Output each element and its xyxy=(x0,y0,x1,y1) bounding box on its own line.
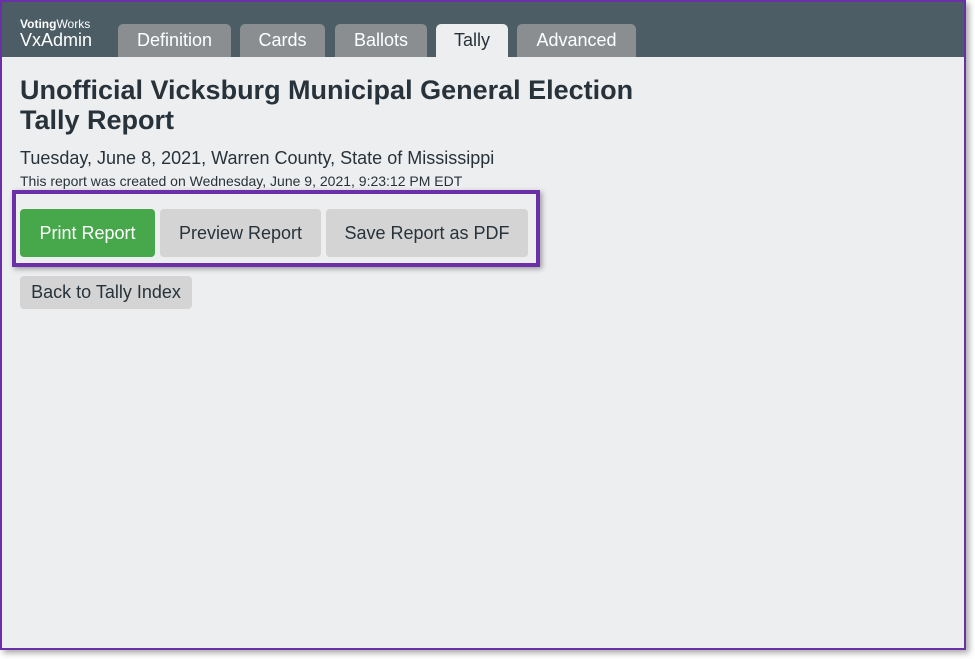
tab-ballots[interactable]: Ballots xyxy=(335,24,427,57)
page-title-line2: Tally Report xyxy=(20,105,175,135)
election-subtitle: Tuesday, June 8, 2021, Warren County, St… xyxy=(20,148,495,168)
brand-bold: Voting xyxy=(20,17,57,31)
brand-light: Works xyxy=(56,17,91,31)
brand-logo: VotingWorks VxAdmin xyxy=(20,18,92,49)
tab-advanced[interactable]: Advanced xyxy=(517,24,636,57)
page-title-line1: Unofficial Vicksburg Municipal General E… xyxy=(20,75,634,105)
save-report-pdf-button[interactable]: Save Report as PDF xyxy=(326,209,528,257)
tab-tally[interactable]: Tally xyxy=(436,24,508,57)
page-title: Unofficial Vicksburg Municipal General E… xyxy=(20,75,680,135)
top-navigation-bar: VotingWorks VxAdmin Definition Cards Bal… xyxy=(2,2,964,57)
app-window: VotingWorks VxAdmin Definition Cards Bal… xyxy=(0,0,966,650)
back-to-tally-index-button[interactable]: Back to Tally Index xyxy=(20,276,192,309)
brand-company: VotingWorks xyxy=(20,18,92,30)
tab-definition[interactable]: Definition xyxy=(118,24,231,57)
tab-cards[interactable]: Cards xyxy=(240,24,325,57)
main-content: Unofficial Vicksburg Municipal General E… xyxy=(12,57,964,648)
report-created-timestamp: This report was created on Wednesday, Ju… xyxy=(20,173,463,189)
brand-product: VxAdmin xyxy=(20,30,93,50)
print-report-button[interactable]: Print Report xyxy=(20,209,155,257)
preview-report-button[interactable]: Preview Report xyxy=(160,209,321,257)
